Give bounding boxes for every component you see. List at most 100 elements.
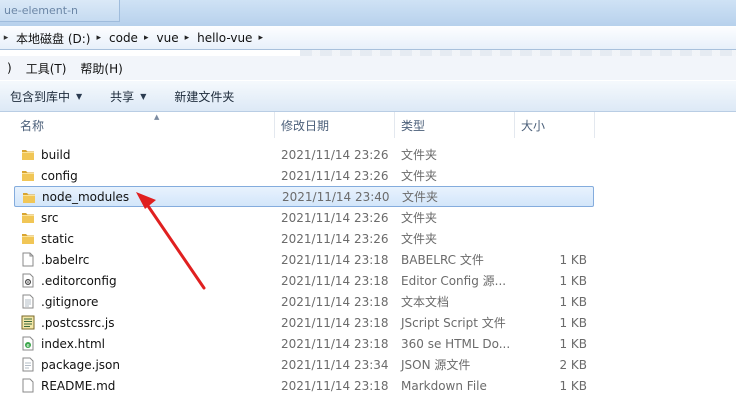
share-label: 共享 [110, 89, 135, 104]
json-file-icon [21, 357, 35, 372]
file-modified-date: 2021/11/14 23:18 [281, 315, 389, 330]
file-row[interactable]: .gitignore 2021/11/14 23:18 文本文档 1 KB [14, 291, 594, 312]
column-header-label: 名称 [20, 118, 45, 133]
column-header-name[interactable]: 名称 ▲ [14, 112, 275, 138]
file-type: 360 se HTML Do... [401, 336, 511, 351]
file-type: Markdown File [401, 378, 487, 393]
svg-text:e: e [26, 343, 29, 349]
menu-item-partial[interactable]: ) [0, 61, 19, 75]
menu-item-tools[interactable]: 工具(T) [19, 60, 74, 77]
column-header-label: 类型 [401, 118, 426, 133]
file-row[interactable]: src 2021/11/14 23:26 文件夹 [14, 207, 594, 228]
file-name: README.md [41, 378, 116, 393]
chevron-right-icon[interactable]: ▸ [144, 33, 149, 43]
file-type: BABELRC 文件 [401, 253, 484, 267]
markdown-file-icon [21, 378, 35, 393]
window-top-bar: ue-element-n [0, 0, 736, 26]
file-name: .babelrc [41, 252, 90, 267]
chevron-right-icon[interactable]: ▸ [185, 33, 190, 43]
file-row[interactable]: .editorconfig 2021/11/14 23:18 Editor Conf… [14, 270, 594, 291]
background-tab-label: ue-element-n [4, 4, 79, 17]
file-row[interactable]: config 2021/11/14 23:26 文件夹 [14, 165, 594, 186]
breadcrumb-label: vue [156, 31, 179, 45]
file-row[interactable]: node_modules 2021/11/14 23:40 文件夹 [14, 186, 594, 207]
column-header-modified[interactable]: 修改日期 [275, 112, 395, 138]
file-type: JSON 源文件 [401, 358, 471, 372]
file-type: 文件夹 [401, 148, 438, 162]
file-row[interactable]: build 2021/11/14 23:26 文件夹 [14, 144, 594, 165]
breadcrumb-item-hello-vue[interactable]: hello-vue ▸ [193, 28, 267, 48]
file-modified-date: 2021/11/14 23:18 [281, 378, 389, 393]
folder-icon [21, 147, 35, 162]
file-name: config [41, 168, 78, 183]
file-name: node_modules [42, 189, 130, 204]
folder-icon [21, 231, 35, 246]
file-size: 1 KB [559, 294, 587, 309]
file-modified-date: 2021/11/14 23:26 [281, 231, 389, 246]
file-row[interactable]: package.json 2021/11/14 23:34 JSON 源文件 2 KB [14, 354, 594, 375]
breadcrumb-overflow-icon[interactable]: ▸ [0, 33, 12, 43]
new-folder-label: 新建文件夹 [174, 89, 235, 104]
file-size: 1 KB [559, 252, 587, 267]
blank-file-icon [21, 252, 35, 267]
file-modified-date: 2021/11/14 23:18 [281, 336, 389, 351]
column-header-label: 大小 [521, 118, 546, 133]
column-header-label: 修改日期 [281, 118, 330, 133]
file-type: Editor Config 源... [401, 274, 507, 288]
breadcrumb-label: hello-vue [197, 31, 253, 45]
text-file-icon [21, 294, 35, 309]
file-modified-date: 2021/11/14 23:18 [281, 294, 389, 309]
column-header-size[interactable]: 大小 [515, 112, 595, 138]
breadcrumb-label: 本地磁盘 (D:) [16, 31, 91, 46]
caret-down-icon: ▼ [76, 91, 83, 101]
file-name: .editorconfig [41, 273, 117, 288]
file-row[interactable]: .babelrc 2021/11/14 23:18 BABELRC 文件 1 KB [14, 249, 594, 270]
file-type: 文件夹 [401, 232, 438, 246]
column-header-row: 名称 ▲ 修改日期 类型 大小 [0, 112, 736, 138]
file-type: 文本文档 [401, 295, 450, 309]
file-name: src [41, 210, 59, 225]
file-modified-date: 2021/11/14 23:40 [282, 189, 390, 204]
file-size: 1 KB [559, 273, 587, 288]
chevron-right-icon[interactable]: ▸ [96, 33, 101, 43]
folder-icon [21, 168, 35, 183]
breadcrumb-item-vue[interactable]: vue ▸ [152, 28, 193, 48]
file-modified-date: 2021/11/14 23:18 [281, 252, 389, 267]
share-button[interactable]: 共享 ▼ [102, 84, 154, 108]
file-modified-date: 2021/11/14 23:34 [281, 357, 389, 372]
caret-down-icon: ▼ [140, 91, 147, 101]
include-in-library-label: 包含到库中 [10, 89, 71, 104]
chevron-right-icon[interactable]: ▸ [258, 33, 263, 43]
config-file-icon [21, 273, 35, 288]
breadcrumb-item-drive[interactable]: 本地磁盘 (D:) ▸ [12, 28, 105, 48]
file-row[interactable]: e index.html 2021/11/14 23:18 360 se HTML D… [14, 333, 594, 354]
folder-icon [21, 210, 35, 225]
breadcrumb-item-code[interactable]: code ▸ [105, 28, 152, 48]
file-name: build [41, 147, 71, 162]
file-type: 文件夹 [401, 169, 438, 183]
file-size: 1 KB [559, 336, 587, 351]
file-list: build 2021/11/14 23:26 文件夹 config 2021/11/14… [14, 144, 594, 396]
file-type: JScript Script 文件 [401, 316, 506, 330]
breadcrumb: ▸ 本地磁盘 (D:) ▸ code ▸ vue ▸ hello-vue ▸ [0, 28, 267, 48]
file-type: 文件夹 [401, 211, 438, 225]
file-modified-date: 2021/11/14 23:26 [281, 147, 389, 162]
file-modified-date: 2021/11/14 23:18 [281, 273, 389, 288]
file-name: package.json [41, 357, 121, 372]
address-bar[interactable]: ▸ 本地磁盘 (D:) ▸ code ▸ vue ▸ hello-vue ▸ [0, 26, 736, 50]
html-file-icon: e [21, 336, 35, 351]
folder-icon [22, 190, 36, 205]
background-tab[interactable]: ue-element-n [0, 0, 120, 22]
breadcrumb-label: code [109, 31, 138, 45]
menu-item-help[interactable]: 帮助(H) [73, 60, 129, 77]
file-size: 1 KB [559, 315, 587, 330]
file-row[interactable]: static 2021/11/14 23:26 文件夹 [14, 228, 594, 249]
file-row[interactable]: README.md 2021/11/14 23:18 Markdown File 1 … [14, 375, 594, 396]
file-type: 文件夹 [402, 190, 439, 204]
column-header-type[interactable]: 类型 [395, 112, 515, 138]
sort-ascending-icon: ▲ [154, 113, 160, 121]
file-row[interactable]: .postcssrc.js 2021/11/14 23:18 JScript Scr… [14, 312, 594, 333]
include-in-library-button[interactable]: 包含到库中 ▼ [2, 84, 90, 108]
file-name: .gitignore [41, 294, 99, 309]
new-folder-button[interactable]: 新建文件夹 [166, 84, 242, 108]
